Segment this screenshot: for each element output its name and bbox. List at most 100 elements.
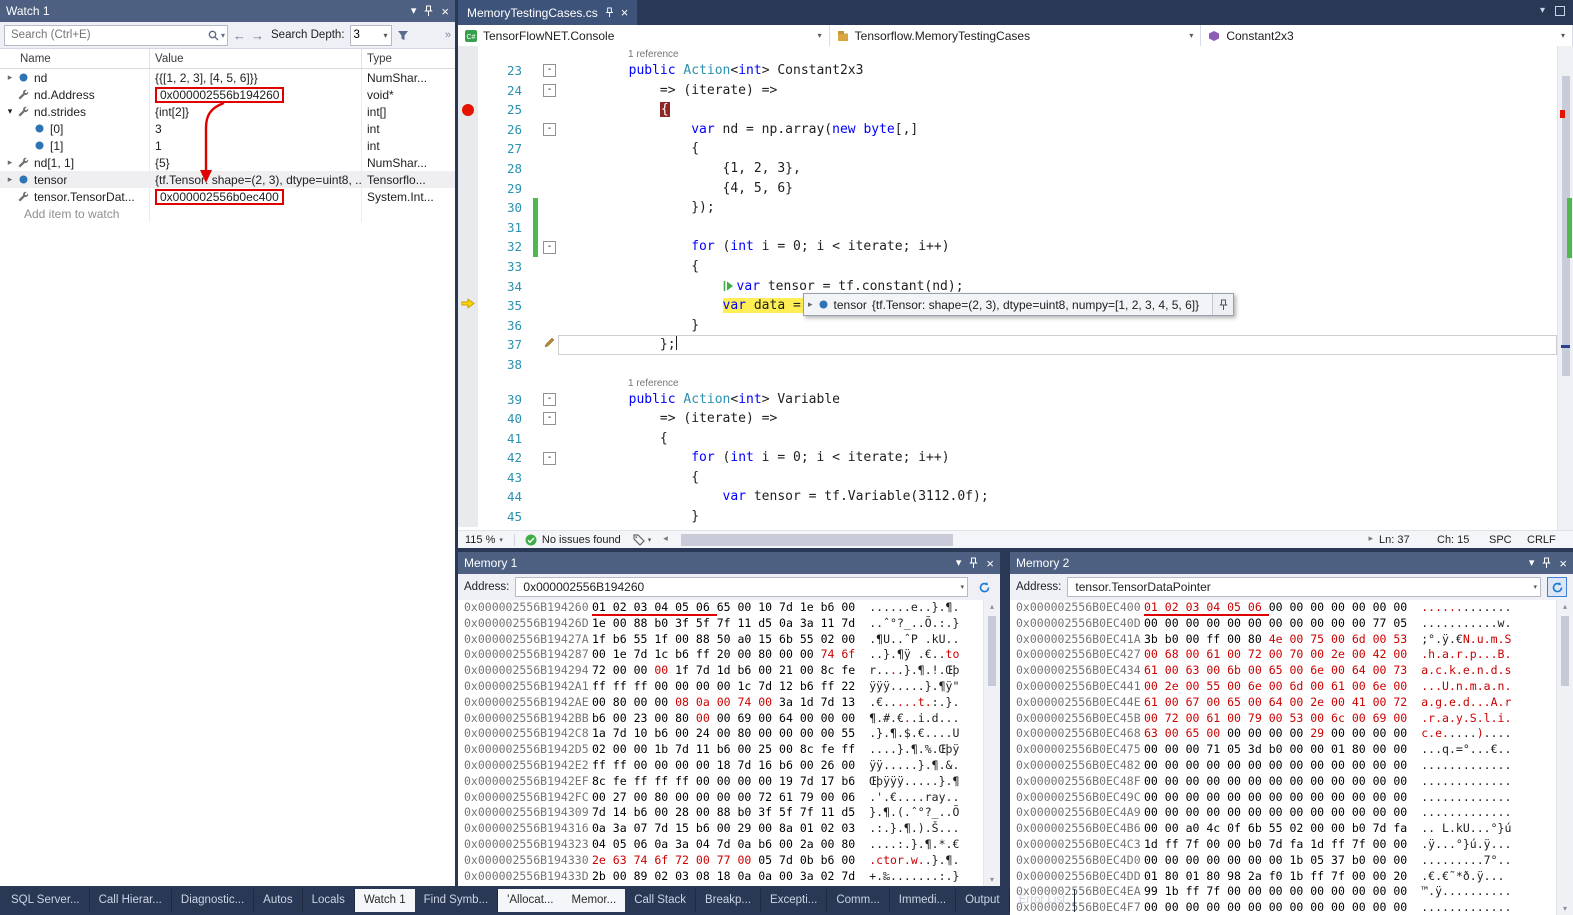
scroll-up-icon[interactable]: ▴ bbox=[1557, 602, 1573, 611]
fold-margin[interactable] bbox=[541, 100, 558, 120]
issues-indicator[interactable]: No issues found bbox=[519, 534, 627, 546]
scrollbar-thumb[interactable] bbox=[988, 616, 996, 686]
fold-margin[interactable] bbox=[541, 507, 558, 527]
memory-row[interactable]: 0x000002556B1942EF8c fe ff ff ff 00 00 0… bbox=[464, 774, 984, 790]
chevron-down-icon[interactable]: ▾ bbox=[960, 583, 964, 591]
code-line[interactable]: 43 { bbox=[458, 468, 1557, 488]
bottom-tab-watch-1[interactable]: Watch 1 bbox=[355, 889, 415, 912]
refresh-icon[interactable] bbox=[1547, 577, 1567, 597]
memory-row[interactable]: 0x000002556B1942D502 00 00 1b 7d 11 b6 0… bbox=[464, 742, 984, 758]
glyph-margin[interactable] bbox=[458, 448, 478, 468]
memory-row[interactable]: 0x000002556B0EC45B00 72 00 61 00 79 00 5… bbox=[1016, 711, 1557, 727]
memory-row[interactable]: 0x000002556B1942E2ff ff 00 00 00 00 18 7… bbox=[464, 758, 984, 774]
memory-row[interactable]: 0x000002556B19429472 00 00 00 1f 7d 1d b… bbox=[464, 663, 984, 679]
memory-row[interactable]: 0x000002556B0EC4F700 00 00 00 00 00 00 0… bbox=[1016, 900, 1557, 915]
code-editor[interactable]: 1 reference23- public Action<int> Consta… bbox=[458, 46, 1557, 530]
search-input[interactable] bbox=[9, 28, 208, 42]
code-line[interactable]: 29 {4, 5, 6} bbox=[458, 179, 1557, 199]
memory2-titlebar[interactable]: Memory 2 ▾ × bbox=[1010, 552, 1573, 574]
memory-row[interactable]: 0x000002556B19433D2b 00 89 02 03 08 18 0… bbox=[464, 869, 984, 885]
fold-margin[interactable]: - bbox=[541, 120, 558, 140]
scroll-up-icon[interactable]: ▴ bbox=[984, 602, 1000, 611]
memory-row[interactable]: 0x000002556B1943302e 63 74 6f 72 00 77 0… bbox=[464, 853, 984, 869]
memory-row[interactable]: 0x000002556B0EC47500 00 00 71 05 3d b0 0… bbox=[1016, 742, 1557, 758]
fold-margin[interactable] bbox=[541, 468, 558, 488]
bottom-tab-diagnostic[interactable]: Diagnostic... bbox=[172, 889, 254, 912]
fold-margin[interactable] bbox=[541, 46, 558, 61]
fold-margin[interactable]: - bbox=[541, 237, 558, 257]
fold-margin[interactable] bbox=[541, 277, 558, 297]
close-icon[interactable]: × bbox=[986, 558, 994, 569]
expander-icon[interactable]: ▸ bbox=[4, 72, 16, 83]
watch-row[interactable]: Add item to watch bbox=[0, 205, 455, 222]
code-line[interactable]: 25 { bbox=[458, 100, 1557, 120]
search-next-icon[interactable]: → bbox=[251, 29, 264, 42]
code-line[interactable]: 41 { bbox=[458, 429, 1557, 449]
code-line[interactable]: 23- public Action<int> Constant2x3 bbox=[458, 61, 1557, 81]
address-field[interactable] bbox=[1073, 579, 1533, 595]
watch-row[interactable]: tensor.TensorDat...0x000002556b0ec400Sys… bbox=[0, 188, 455, 205]
code-line[interactable]: 28 {1, 2, 3}, bbox=[458, 159, 1557, 179]
tag-icon[interactable]: ▾ bbox=[627, 534, 658, 546]
watch-row[interactable]: ▸nd{{[1, 2, 3], [4, 5, 6]}}NumShar... bbox=[0, 69, 455, 86]
fold-margin[interactable] bbox=[541, 296, 558, 316]
zoom-select[interactable]: 115 % ▾ bbox=[458, 534, 510, 546]
glyph-margin[interactable] bbox=[458, 390, 478, 410]
memory-row[interactable]: 0x000002556B0EC46863 00 65 00 00 00 00 0… bbox=[1016, 726, 1557, 742]
editor-scrollbar[interactable] bbox=[1557, 46, 1573, 530]
memory2-scrollbar[interactable]: ▴ ▾ bbox=[1556, 600, 1573, 915]
memory-row[interactable]: 0x000002556B19426D1e 00 88 b0 3f 5f 7f 1… bbox=[464, 616, 984, 632]
memory-row[interactable]: 0x000002556B0EC4C31d ff 7f 00 00 b0 7d f… bbox=[1016, 837, 1557, 853]
close-icon[interactable]: × bbox=[441, 6, 449, 17]
fold-margin[interactable] bbox=[541, 159, 558, 179]
expander-icon[interactable]: ▸ bbox=[4, 174, 16, 185]
glyph-margin[interactable] bbox=[458, 355, 478, 375]
breadcrumb-segment-2[interactable]: Constant2x3▾ bbox=[1201, 25, 1573, 46]
collapse-icon[interactable]: - bbox=[543, 64, 556, 77]
bottom-tab-excepti[interactable]: Excepti... bbox=[761, 889, 827, 912]
code-line[interactable]: 45 } bbox=[458, 507, 1557, 527]
memory-row[interactable]: 0x000002556B0EC40D00 00 00 00 00 00 00 0… bbox=[1016, 616, 1557, 632]
glyph-margin[interactable] bbox=[458, 61, 478, 81]
glyph-margin[interactable] bbox=[458, 296, 478, 316]
memory-row[interactable]: 0x000002556B19432304 05 06 0a 3a 04 7d 0… bbox=[464, 837, 984, 853]
memory-row[interactable]: 0x000002556B19428700 1e 7d 1c b6 ff 20 0… bbox=[464, 647, 984, 663]
expander-icon[interactable]: ▾ bbox=[4, 106, 16, 117]
scroll-down-icon[interactable]: ▾ bbox=[1557, 904, 1573, 913]
column-header-value[interactable]: Value bbox=[150, 49, 362, 68]
breakpoint-icon[interactable] bbox=[462, 104, 474, 116]
glyph-margin[interactable] bbox=[458, 139, 478, 159]
bottom-tab-output[interactable]: Output bbox=[956, 889, 1010, 912]
memory-row[interactable]: 0x000002556B0EC48F00 00 00 00 00 00 00 0… bbox=[1016, 774, 1557, 790]
glyph-margin[interactable] bbox=[458, 277, 478, 297]
memory1-titlebar[interactable]: Memory 1 ▾ × bbox=[458, 552, 1000, 574]
fold-margin[interactable] bbox=[541, 375, 558, 390]
collapse-icon[interactable]: - bbox=[543, 393, 556, 406]
pin-icon[interactable] bbox=[1542, 557, 1551, 569]
glyph-margin[interactable] bbox=[458, 487, 478, 507]
datatip[interactable]: ▸ tensor {tf.Tensor: shape=(2, 3), dtype… bbox=[803, 293, 1234, 316]
window-position-icon[interactable]: ▾ bbox=[956, 558, 962, 569]
chevron-down-icon[interactable]: ▾ bbox=[812, 31, 822, 40]
breadcrumb-segment-0[interactable]: C#TensorFlowNET.Console▾ bbox=[458, 25, 830, 46]
memory-row[interactable]: 0x000002556B0EC49C00 00 00 00 00 00 00 0… bbox=[1016, 790, 1557, 806]
bottom-tab-memor[interactable]: Memor... bbox=[562, 889, 625, 912]
column-header-type[interactable]: Type bbox=[362, 53, 455, 65]
code-line[interactable]: 33 { bbox=[458, 257, 1557, 277]
fold-margin[interactable] bbox=[541, 487, 558, 507]
fold-margin[interactable] bbox=[541, 139, 558, 159]
watch-row[interactable]: [0]3int bbox=[0, 120, 455, 137]
glyph-margin[interactable] bbox=[458, 120, 478, 140]
scroll-left-icon[interactable]: ◂ bbox=[663, 533, 668, 544]
collapse-icon[interactable]: - bbox=[543, 241, 556, 254]
watch-row[interactable]: [1]1int bbox=[0, 137, 455, 154]
glyph-margin[interactable] bbox=[458, 468, 478, 488]
memory-row[interactable]: 0x000002556B0EC4DD01 80 01 80 98 2a f0 1… bbox=[1016, 869, 1557, 885]
search-icon[interactable] bbox=[208, 30, 219, 41]
bottom-tab-immedi[interactable]: Immedi... bbox=[890, 889, 956, 912]
glyph-margin[interactable] bbox=[458, 375, 478, 390]
pin-icon[interactable] bbox=[969, 557, 978, 569]
memory-row[interactable]: 0x000002556B19427A1f b6 55 1f 00 88 50 a… bbox=[464, 632, 984, 648]
codelens-row[interactable]: 1 reference bbox=[458, 46, 1557, 61]
memory-row[interactable]: 0x000002556B0EC40001 02 03 04 05 06 00 0… bbox=[1016, 600, 1557, 616]
